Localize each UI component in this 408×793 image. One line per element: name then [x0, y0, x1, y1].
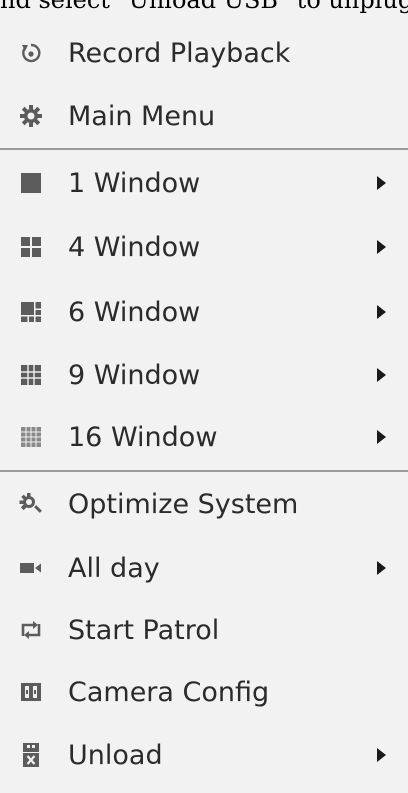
menu-item-label: 4 Window [68, 231, 201, 263]
sixteen-window-icon [19, 425, 43, 449]
menu-item-optimize-system[interactable]: Optimize System [0, 477, 408, 531]
submenu-arrow-icon [377, 430, 386, 444]
menu-item-label: All day [68, 552, 160, 584]
menu-item-4-window[interactable]: 4 Window [0, 220, 408, 274]
camera-config-icon [19, 680, 43, 704]
menu-item-label: Camera Config [68, 676, 270, 708]
submenu-arrow-icon [377, 561, 386, 575]
menu-item-label: Record Playback [68, 37, 291, 69]
menu-item-label: 16 Window [68, 421, 218, 453]
menu-divider [0, 148, 408, 150]
submenu-arrow-icon [377, 368, 386, 382]
single-window-icon [19, 171, 43, 195]
gear-icon [19, 104, 43, 128]
menu-item-label: 6 Window [68, 296, 201, 328]
patrol-cycle-icon [19, 618, 43, 642]
optimize-icon [19, 492, 43, 516]
menu-item-label: Unload [68, 739, 163, 771]
submenu-arrow-icon [377, 748, 386, 762]
menu-item-start-patrol[interactable]: Start Patrol [0, 603, 408, 657]
nine-window-icon [19, 363, 43, 387]
menu-item-label: Optimize System [68, 488, 299, 520]
menu-item-9-window[interactable]: 9 Window [0, 348, 408, 402]
background-caption: nd select "Unload USB" to unplug [0, 0, 408, 14]
menu-item-label: Start Patrol [68, 614, 220, 646]
record-playback-icon [19, 41, 43, 65]
menu-item-main-menu[interactable]: Main Menu [0, 89, 408, 143]
context-menu: nd select "Unload USB" to unplug Record … [0, 0, 408, 793]
menu-item-label: 1 Window [68, 167, 201, 199]
menu-item-record-playback[interactable]: Record Playback [0, 26, 408, 80]
usb-unload-icon [19, 743, 43, 767]
submenu-arrow-icon [377, 305, 386, 319]
menu-item-1-window[interactable]: 1 Window [0, 156, 408, 210]
menu-item-6-window[interactable]: 6 Window [0, 285, 408, 339]
submenu-arrow-icon [377, 240, 386, 254]
menu-item-16-window[interactable]: 16 Window [0, 410, 408, 464]
menu-item-camera-config[interactable]: Camera Config [0, 665, 408, 719]
six-window-icon [19, 300, 43, 324]
menu-item-all-day[interactable]: All day [0, 541, 408, 595]
menu-item-label: 9 Window [68, 359, 201, 391]
menu-item-unload[interactable]: Unload [0, 728, 408, 782]
submenu-arrow-icon [377, 176, 386, 190]
menu-divider [0, 470, 408, 472]
video-camera-icon [19, 556, 43, 580]
four-window-icon [19, 235, 43, 259]
menu-item-label: Main Menu [68, 100, 216, 132]
